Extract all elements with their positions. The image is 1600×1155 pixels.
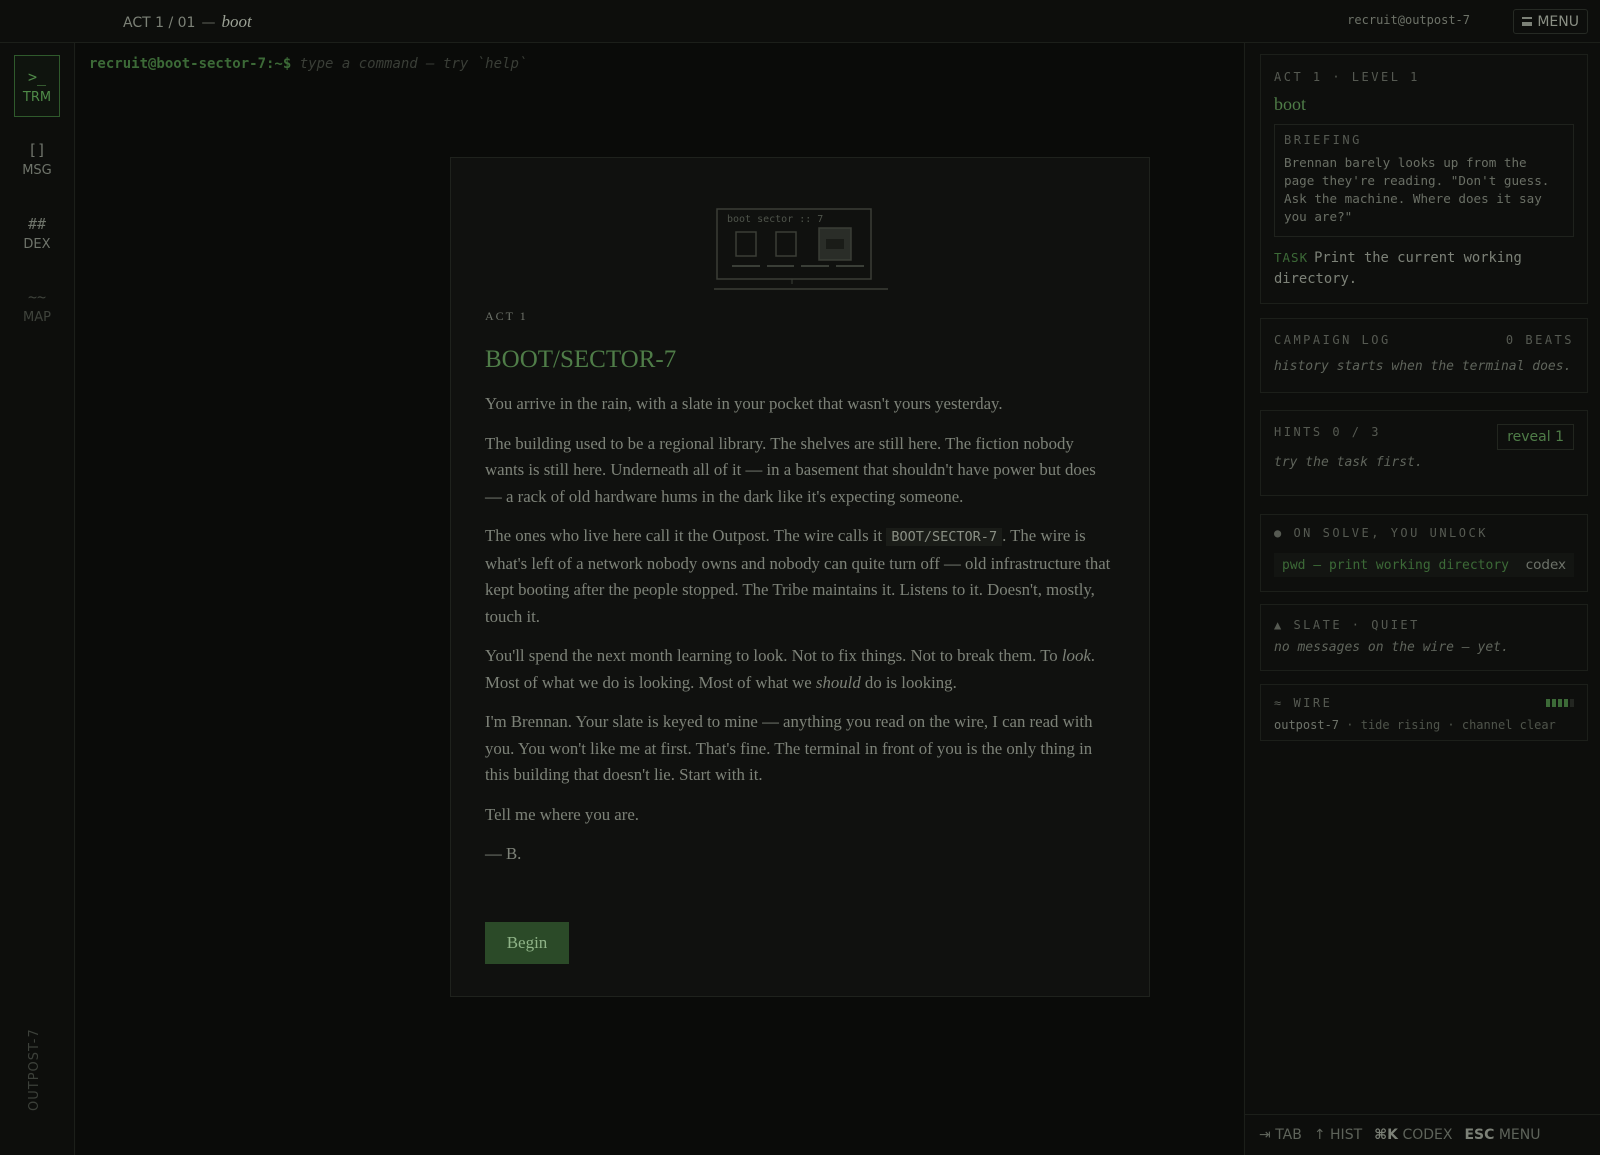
left-rail: >_ TRM [] MSG ## DEX ~~ MAP OUTPOST-7 — [0, 43, 75, 1155]
act-label: ACT 1 — [485, 309, 528, 323]
signal-bar — [1546, 699, 1550, 707]
shortcut-history: ↑ HIST — [1313, 1127, 1363, 1143]
wire-status-text: · tide rising · channel clear — [1346, 718, 1556, 732]
outpost-label: OUTPOST-7 — [27, 1028, 42, 1111]
menu-icon — [1522, 17, 1533, 26]
user-tag: recruit@outpost-7 — [1347, 13, 1470, 27]
command-line[interactable]: recruit@boot-sector-7:~$ type a command … — [89, 56, 527, 72]
dialog-body: You arrive in the rain, with a slate in … — [485, 391, 1115, 881]
shortcut-tab: ⇥ TAB — [1259, 1127, 1302, 1143]
paragraph: Tell me where you are. — [485, 804, 639, 824]
breadcrumb: ACT 1 / 01 — boot — [123, 12, 252, 32]
act-indicator: ACT 1 / 01 — [123, 15, 196, 31]
terminal-icon: >_ — [27, 67, 47, 86]
art-caption: boot sector :: 7 — [727, 214, 823, 225]
signal-bar — [1552, 699, 1556, 707]
wire-host: outpost-7 — [1274, 718, 1340, 732]
briefing-label: BRIEFING — [1284, 133, 1362, 147]
shortcut-menu: ESC MENU — [1464, 1127, 1541, 1143]
slate-kicker: ▲ SLATE · QUIET — [1274, 618, 1420, 632]
hints-card: HINTS 0 / 3 reveal 1 try the task first. — [1260, 410, 1588, 496]
signature: — B. — [485, 844, 522, 863]
level-kicker: ACT 1 · LEVEL 1 — [1274, 70, 1420, 84]
unlock-card: ● ON SOLVE, YOU UNLOCK pwd — print worki… — [1260, 514, 1588, 592]
rail-item-label: MSG — [22, 162, 52, 178]
rail-item-label: DEX — [23, 236, 51, 252]
hints-note: try the task first. — [1274, 455, 1423, 470]
log-kicker: CAMPAIGN LOG — [1274, 333, 1391, 347]
rail-item-label: MAP — [23, 309, 51, 325]
briefing-text: Brennan barely looks up from the page th… — [1284, 155, 1550, 224]
paragraph: The ones who live here call it the Outpo… — [485, 526, 1111, 626]
map-icon: ~~ — [27, 287, 47, 306]
shell-prompt: recruit@boot-sector-7:~$ — [89, 56, 292, 72]
rail-item-dex[interactable]: ## DEX — [14, 202, 60, 264]
menu-label: MENU — [1537, 13, 1579, 30]
command-placeholder[interactable]: type a command — try `help` — [300, 56, 528, 72]
boot-sector-illustration: boot sector :: 7 — [714, 208, 888, 290]
briefing-box: BRIEFING Brennan barely looks up from th… — [1274, 124, 1574, 237]
wire-kicker: ≈ WIRE — [1274, 696, 1333, 710]
slate-note: no messages on the wire — yet. — [1274, 640, 1509, 655]
messages-icon: [] — [27, 140, 47, 159]
shortcut-bar: ⇥ TAB ↑ HIST ⌘K CODEX ESC MENU — [1244, 1114, 1600, 1155]
dialog-title: BOOT/SECTOR-7 — [485, 346, 677, 373]
log-note: history starts when the terminal does. — [1274, 359, 1572, 374]
beats-count: 0 BEATS — [1505, 333, 1574, 347]
task-label: TASK — [1274, 250, 1309, 265]
side-panel: ACT 1 · LEVEL 1 boot BRIEFING Brennan ba… — [1244, 43, 1600, 1155]
begin-button[interactable]: Begin — [485, 922, 569, 964]
menu-button[interactable]: MENU — [1513, 9, 1588, 34]
signal-bar — [1564, 699, 1568, 707]
breadcrumb-separator: — — [201, 15, 216, 31]
intro-dialog: boot sector :: 7 ACT 1 BOOT/SECTOR-7 You… — [450, 157, 1150, 997]
level-title: boot — [1274, 94, 1307, 114]
shortcut-codex: ⌘K CODEX — [1374, 1127, 1453, 1143]
paragraph: You arrive in the rain, with a slate in … — [485, 394, 1003, 413]
top-bar: ACT 1 / 01 — boot recruit@outpost-7 MENU — [0, 0, 1600, 43]
level-card: ACT 1 · LEVEL 1 boot BRIEFING Brennan ba… — [1260, 54, 1588, 304]
unlock-command: pwd — print working directory — [1282, 557, 1509, 573]
unlock-kicker: ● ON SOLVE, YOU UNLOCK — [1274, 526, 1488, 540]
task-text: Print the current working directory. — [1274, 250, 1522, 287]
slate-card: ▲ SLATE · QUIET no messages on the wire … — [1260, 604, 1588, 671]
rail-item-terminal[interactable]: >_ TRM — [14, 55, 60, 117]
reveal-hint-button[interactable]: reveal 1 — [1497, 424, 1574, 450]
signal-bar — [1570, 699, 1574, 707]
signal-bar — [1558, 699, 1562, 707]
signal-bars — [1546, 699, 1574, 707]
dex-icon: ## — [27, 214, 47, 233]
rail-item-map[interactable]: ~~ MAP — [14, 275, 60, 337]
wire-status: outpost-7 · tide rising · channel clear — [1274, 718, 1574, 732]
rail-item-messages[interactable]: [] MSG — [14, 128, 60, 190]
inline-code: BOOT/SECTOR-7 — [886, 528, 1003, 546]
paragraph: I'm Brennan. Your slate is keyed to mine… — [485, 712, 1093, 784]
campaign-log-card: CAMPAIGN LOG 0 BEATS history starts when… — [1260, 318, 1588, 393]
level-name: boot — [221, 12, 252, 31]
wire-card: ≈ WIRE outpost-7 · tide rising · channel… — [1260, 684, 1588, 741]
task: TASK Print the current working directory. — [1274, 247, 1574, 290]
rail-item-label: TRM — [22, 89, 52, 105]
paragraph: You'll spend the next month learning to … — [485, 646, 1095, 692]
unlock-tag: codex — [1525, 557, 1566, 573]
unlock-item[interactable]: pwd — print working directory codex — [1274, 553, 1574, 577]
paragraph: The building used to be a regional libra… — [485, 433, 1096, 506]
